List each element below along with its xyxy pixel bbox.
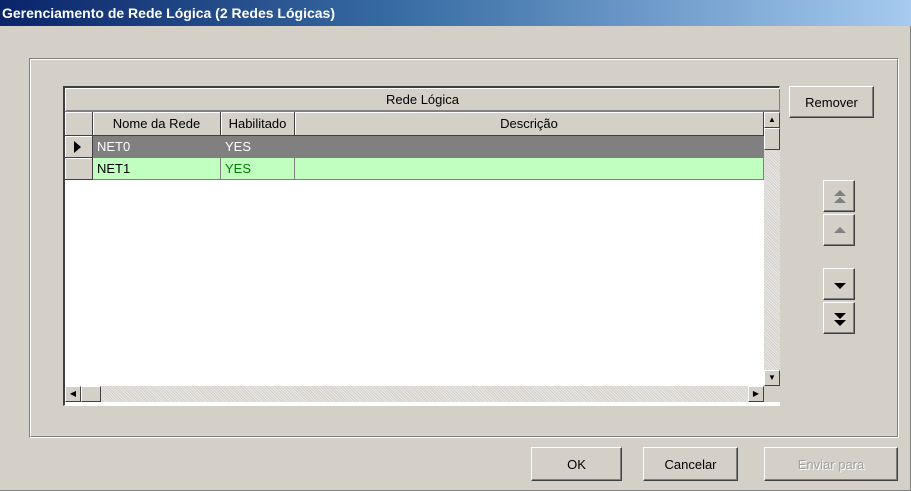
horizontal-scroll-thumb[interactable]	[81, 386, 101, 402]
grid-column-headers: Nome da Rede Habilitado Descrição	[65, 112, 764, 136]
horizontal-scrollbar[interactable]: ◀ ▶	[65, 386, 764, 402]
remove-button[interactable]: Remover	[789, 86, 874, 118]
row-indicator	[65, 136, 93, 158]
table-row[interactable]: NET0 YES	[65, 136, 764, 158]
ok-button[interactable]: OK	[531, 447, 622, 481]
cell-description[interactable]	[295, 136, 764, 158]
scroll-down-icon[interactable]: ▼	[764, 370, 780, 386]
table-row[interactable]: NET1 YES	[65, 158, 764, 180]
column-header-description[interactable]: Descrição	[295, 112, 764, 136]
grid-band-header: Rede Lógica	[65, 88, 780, 112]
dialog-window: Gerenciamento de Rede Lógica (2 Redes Ló…	[0, 0, 911, 491]
scroll-up-icon[interactable]: ▲	[764, 112, 780, 128]
move-top-icon	[834, 190, 846, 203]
scrollbar-corner	[764, 386, 780, 402]
cell-description[interactable]	[295, 158, 764, 180]
cell-network-name[interactable]: NET1	[93, 158, 221, 180]
vertical-scrollbar[interactable]: ▲ ▼	[764, 112, 780, 402]
move-up-button[interactable]	[823, 214, 855, 246]
vertical-scroll-thumb[interactable]	[764, 128, 780, 150]
column-header-name[interactable]: Nome da Rede	[93, 112, 221, 136]
cell-enabled[interactable]: YES	[221, 158, 295, 180]
move-up-icon	[834, 227, 846, 233]
current-row-arrow-icon	[74, 141, 81, 153]
cancel-button[interactable]: Cancelar	[643, 447, 738, 481]
title-bar: Gerenciamento de Rede Lógica (2 Redes Ló…	[0, 0, 911, 26]
row-indicator	[65, 158, 93, 180]
send-to-button[interactable]: Enviar para	[764, 447, 898, 481]
scroll-right-icon[interactable]: ▶	[748, 386, 764, 402]
move-down-button[interactable]	[823, 268, 855, 300]
column-header-enabled[interactable]: Habilitado	[221, 112, 295, 136]
scroll-left-icon[interactable]: ◀	[65, 386, 81, 402]
move-bottom-button[interactable]	[823, 302, 855, 334]
network-grid[interactable]: Rede Lógica Nome da Rede Habilitado Desc…	[63, 86, 780, 406]
move-top-button[interactable]	[823, 180, 855, 212]
header-indicator-cell	[65, 112, 93, 136]
cell-enabled[interactable]: YES	[221, 136, 295, 158]
cell-network-name[interactable]: NET0	[93, 136, 221, 158]
move-bottom-icon	[834, 313, 846, 326]
move-down-icon	[834, 283, 846, 289]
